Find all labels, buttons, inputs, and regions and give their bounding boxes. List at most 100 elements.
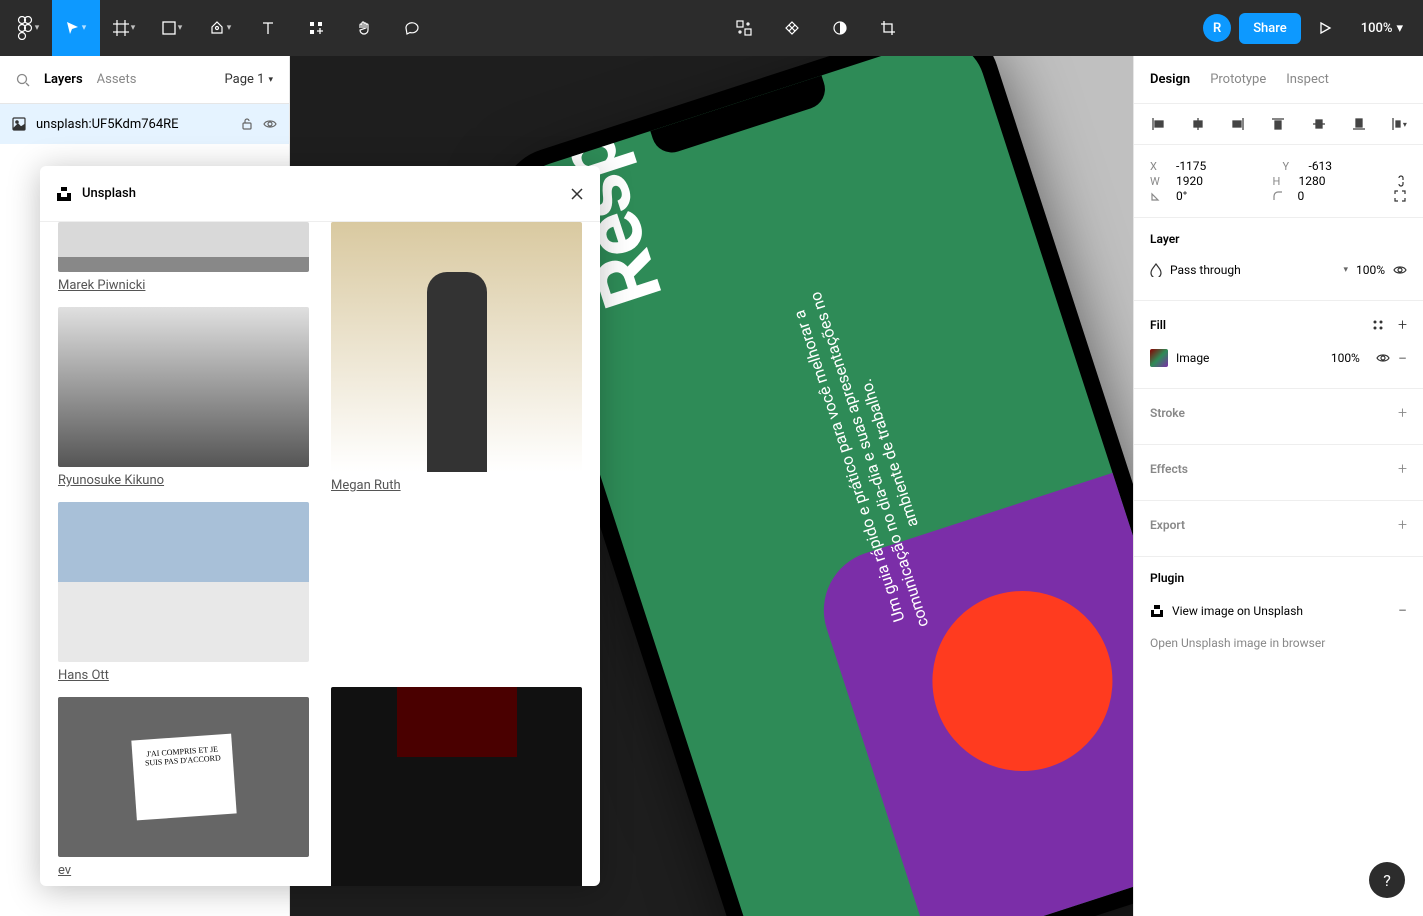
- rotation-input[interactable]: 0°: [1176, 189, 1264, 203]
- unsplash-thumbnail[interactable]: J'AI COMPRIS ET JE SUIS PAS D'ACCORD: [58, 697, 309, 857]
- pen-tool-button[interactable]: ▾: [196, 0, 244, 56]
- unlock-icon[interactable]: [241, 118, 253, 130]
- align-left-icon[interactable]: [1150, 116, 1166, 132]
- user-avatar[interactable]: R: [1203, 14, 1231, 42]
- x-input[interactable]: -1175: [1176, 159, 1275, 173]
- fill-swatch[interactable]: [1150, 349, 1168, 367]
- frame-tool-button[interactable]: ▾: [100, 0, 148, 56]
- page-label: Page 1: [225, 72, 265, 87]
- eye-icon[interactable]: [263, 117, 277, 131]
- unsplash-thumbnail[interactable]: [58, 222, 309, 272]
- close-icon[interactable]: [570, 187, 584, 201]
- chevron-down-icon: ▾: [1396, 21, 1403, 36]
- boolean-button[interactable]: [816, 0, 864, 56]
- unsplash-result[interactable]: Hans Ott: [58, 502, 309, 683]
- unsplash-thumbnail[interactable]: [331, 687, 582, 886]
- export-section: Export +: [1134, 501, 1423, 557]
- crop-button[interactable]: [864, 0, 912, 56]
- plugin-action-link[interactable]: View image on Unsplash: [1172, 604, 1390, 618]
- width-input[interactable]: 1920: [1176, 174, 1265, 188]
- tab-prototype[interactable]: Prototype: [1210, 72, 1266, 87]
- tab-assets[interactable]: Assets: [97, 72, 137, 87]
- distribute-icon[interactable]: ▾: [1391, 116, 1407, 132]
- unsplash-author-link[interactable]: ev: [58, 863, 309, 878]
- fill-section-title: Fill: [1150, 318, 1166, 332]
- add-fill-icon[interactable]: +: [1398, 315, 1407, 334]
- add-export-icon[interactable]: +: [1398, 515, 1407, 534]
- mask-button[interactable]: [768, 0, 816, 56]
- resources-button[interactable]: [292, 0, 340, 56]
- plugin-section: Plugin View image on Unsplash − Open Uns…: [1134, 557, 1423, 672]
- unsplash-result[interactable]: Marek Piwnicki: [58, 222, 309, 293]
- fill-type[interactable]: Image: [1176, 351, 1323, 365]
- layer-opacity-input[interactable]: 100%: [1356, 263, 1385, 277]
- layer-section-title: Layer: [1150, 232, 1180, 246]
- add-stroke-icon[interactable]: +: [1398, 403, 1407, 422]
- chevron-down-icon: ▾: [227, 23, 232, 33]
- shape-tool-button[interactable]: ▾: [148, 0, 196, 56]
- align-right-icon[interactable]: [1230, 116, 1246, 132]
- independent-corners-icon[interactable]: [1393, 189, 1407, 203]
- align-bottom-icon[interactable]: [1351, 116, 1367, 132]
- unsplash-icon: [1150, 604, 1164, 618]
- layer-row[interactable]: unsplash:UF5Kdm764RE: [0, 104, 289, 144]
- remove-fill-icon[interactable]: −: [1398, 349, 1407, 368]
- component-options-button[interactable]: [720, 0, 768, 56]
- angle-icon: [1150, 190, 1168, 202]
- styles-icon[interactable]: [1372, 315, 1384, 334]
- layer-section: Layer Pass through ▾ 100%: [1134, 218, 1423, 301]
- plugin-section-title: Plugin: [1150, 571, 1184, 585]
- tab-layers[interactable]: Layers: [44, 72, 83, 87]
- align-center-v-icon[interactable]: [1311, 116, 1327, 132]
- unsplash-plugin-panel: Unsplash Marek Piwnicki Ryunosuke Kikuno H…: [40, 166, 600, 886]
- link-dimensions-icon[interactable]: [1395, 173, 1407, 189]
- unsplash-author-link[interactable]: Ryunosuke Kikuno: [58, 473, 309, 488]
- blend-mode-select[interactable]: Pass through: [1170, 263, 1335, 277]
- eye-icon[interactable]: [1376, 351, 1390, 365]
- share-button[interactable]: Share: [1239, 13, 1301, 44]
- right-panel: Design Prototype Inspect ▾ X-1175 Y-613 …: [1133, 56, 1423, 916]
- unsplash-author-link[interactable]: Marek Piwnicki: [58, 278, 309, 293]
- hand-tool-button[interactable]: [340, 0, 388, 56]
- canvas-image[interactable]: Sobre Links Respire Um guia rápido e prá…: [550, 56, 1133, 916]
- search-icon[interactable]: [16, 73, 30, 87]
- unsplash-author-link[interactable]: Megan Ruth: [331, 478, 582, 493]
- unsplash-thumbnail[interactable]: [58, 307, 309, 467]
- chevron-down-icon: ▾: [82, 23, 87, 33]
- collapse-plugin-icon[interactable]: −: [1398, 601, 1407, 620]
- move-tool-button[interactable]: ▾: [52, 0, 100, 56]
- effects-section: Effects +: [1134, 445, 1423, 501]
- plugin-hint: Open Unsplash image in browser: [1150, 628, 1407, 658]
- unsplash-result[interactable]: Ryunosuke Kikuno: [58, 307, 309, 488]
- add-effect-icon[interactable]: +: [1398, 459, 1407, 478]
- radius-icon: [1272, 190, 1290, 202]
- page-selector[interactable]: Page 1 ▾: [225, 72, 273, 87]
- present-button[interactable]: [1301, 0, 1349, 56]
- unsplash-thumbnail[interactable]: [331, 222, 582, 472]
- tab-inspect[interactable]: Inspect: [1286, 72, 1329, 87]
- layer-name: unsplash:UF5Kdm764RE: [36, 117, 179, 132]
- unsplash-result[interactable]: Cash Macanaya: [331, 507, 582, 886]
- comment-tool-button[interactable]: [388, 0, 436, 56]
- height-input[interactable]: 1280: [1299, 174, 1388, 188]
- align-center-h-icon[interactable]: [1190, 116, 1206, 132]
- unsplash-author-link[interactable]: Hans Ott: [58, 668, 309, 683]
- unsplash-result[interactable]: J'AI COMPRIS ET JE SUIS PAS D'ACCORD ev: [58, 697, 309, 878]
- text-tool-button[interactable]: [244, 0, 292, 56]
- help-button[interactable]: ?: [1369, 862, 1405, 898]
- y-input[interactable]: -613: [1309, 159, 1408, 173]
- effects-section-title: Effects: [1150, 462, 1188, 476]
- align-top-icon[interactable]: [1270, 116, 1286, 132]
- chevron-down-icon: ▾: [178, 23, 183, 33]
- unsplash-result[interactable]: Megan Ruth: [331, 222, 582, 493]
- plugin-title: Unsplash: [82, 186, 136, 201]
- radius-input[interactable]: 0: [1298, 189, 1386, 203]
- eye-icon[interactable]: [1393, 263, 1407, 277]
- unsplash-thumbnail[interactable]: [58, 502, 309, 662]
- tab-design[interactable]: Design: [1150, 72, 1190, 87]
- zoom-control[interactable]: 100% ▾: [1349, 21, 1419, 36]
- chevron-down-icon: ▾: [268, 75, 273, 85]
- fill-opacity-input[interactable]: 100%: [1331, 351, 1360, 365]
- figma-menu-button[interactable]: ▾: [4, 0, 52, 56]
- stroke-section: Stroke +: [1134, 389, 1423, 445]
